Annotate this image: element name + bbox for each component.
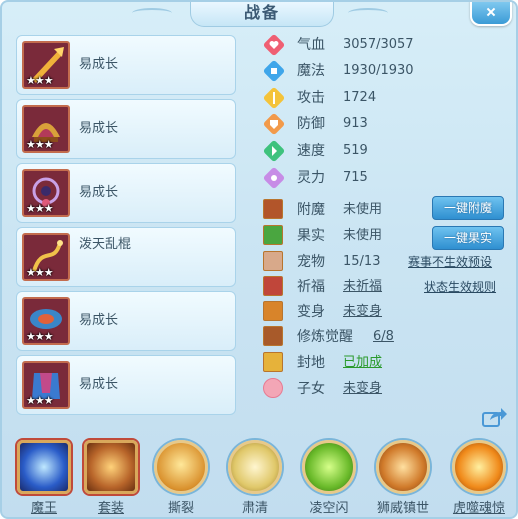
tiger-devour-icon	[452, 440, 506, 494]
skill-tear[interactable]: 撕裂	[150, 438, 212, 517]
star-rating: ★★★	[26, 74, 54, 87]
attr-mp: 魔法 1930/1930	[263, 59, 443, 83]
star-rating: ★★★	[26, 202, 54, 215]
lion-might-icon	[376, 440, 430, 494]
belt-icon: ★★★	[22, 297, 70, 345]
equipment-name: 易成长	[79, 185, 119, 200]
equipment-name: 易成长	[79, 57, 119, 72]
equipment-name: 易成长	[79, 121, 119, 136]
close-button[interactable]	[470, 2, 512, 26]
pet-icon	[263, 251, 283, 271]
fruit-icon	[263, 225, 283, 245]
blessing-icon	[263, 276, 283, 296]
equipment-name: 易成长	[79, 377, 119, 392]
speed-icon	[263, 140, 285, 162]
window-title: 战备	[190, 2, 334, 27]
weapon-icon: ★★★	[22, 41, 70, 89]
suit-icon	[84, 440, 138, 494]
equipment-slot-4[interactable]: ★★★ 泼天乱棍	[16, 227, 236, 287]
skill-lion-might[interactable]: 狮威镇世	[372, 438, 434, 517]
fief-icon	[263, 352, 283, 372]
title-bar: 战备	[2, 2, 516, 27]
equipment-name: 泼天乱棍	[79, 237, 132, 252]
skill-suit[interactable]: 套装	[80, 438, 142, 517]
attr-hp: 气血 3057/3057	[263, 33, 443, 57]
necklace-icon: ★★★	[22, 169, 70, 217]
skill-aerial-flash[interactable]: 凌空闪	[298, 438, 360, 517]
star-rating: ★★★	[26, 394, 54, 407]
item-fief: 封地 已加成	[263, 352, 513, 374]
attr-speed: 速度 519	[263, 139, 443, 163]
armor-icon: ★★★	[22, 361, 70, 409]
title-ornament-right	[348, 8, 388, 18]
attr-attack: 攻击 1724	[263, 86, 443, 110]
helmet-icon: ★★★	[22, 105, 70, 153]
item-cultivation: 修炼觉醒 6/8	[263, 326, 513, 348]
defense-icon	[263, 113, 285, 135]
state-rules-link[interactable]: 状态生效规则	[424, 276, 496, 298]
equipment-slot-2[interactable]: ★★★ 易成长	[16, 99, 236, 159]
demon-king-icon	[17, 440, 71, 494]
skill-purge[interactable]: 肃清	[224, 438, 286, 517]
equipment-name: 易成长	[79, 313, 119, 328]
heart-icon	[263, 34, 285, 56]
title-ornament-left	[132, 8, 172, 18]
aerial-flash-icon	[302, 440, 356, 494]
equipment-slot-3[interactable]: ★★★ 易成长	[16, 163, 236, 223]
battle-prep-panel: 战备 ★★★ 易成长 ★★★ 易成长 ★★★ 易成长 ★★★ 泼天乱棍 ★★★ …	[0, 0, 518, 519]
star-rating: ★★★	[26, 330, 54, 343]
share-icon[interactable]	[482, 406, 508, 428]
star-rating: ★★★	[26, 138, 54, 151]
skill-demon-king[interactable]: 魔王	[13, 438, 75, 517]
cultivation-icon	[263, 326, 283, 346]
enchant-icon	[263, 199, 283, 219]
staff-icon: ★★★	[22, 233, 70, 281]
item-child: 子女 未变身	[263, 378, 513, 400]
purge-icon	[228, 440, 282, 494]
attr-defense: 防御 913	[263, 112, 443, 136]
equipment-slot-5[interactable]: ★★★ 易成长	[16, 291, 236, 351]
equipment-slot-6[interactable]: ★★★ 易成长	[16, 355, 236, 415]
one-key-enchant-button[interactable]: 一键附魔	[432, 196, 504, 220]
attr-spirit: 灵力 715	[263, 166, 443, 190]
transform-icon	[263, 301, 283, 321]
spirit-icon	[263, 167, 285, 189]
star-rating: ★★★	[26, 266, 54, 279]
mana-diamond-icon	[263, 60, 285, 82]
event-preset-link[interactable]: 赛事不生效预设	[408, 251, 492, 273]
one-key-fruit-button[interactable]: 一键果实	[432, 226, 504, 250]
tear-icon	[154, 440, 208, 494]
skill-tiger-devour[interactable]: 虎噬魂惊	[448, 438, 510, 517]
item-transform: 变身 未变身	[263, 301, 513, 323]
equipment-slot-1[interactable]: ★★★ 易成长	[16, 35, 236, 95]
attack-icon	[263, 87, 285, 109]
child-icon	[263, 378, 283, 398]
